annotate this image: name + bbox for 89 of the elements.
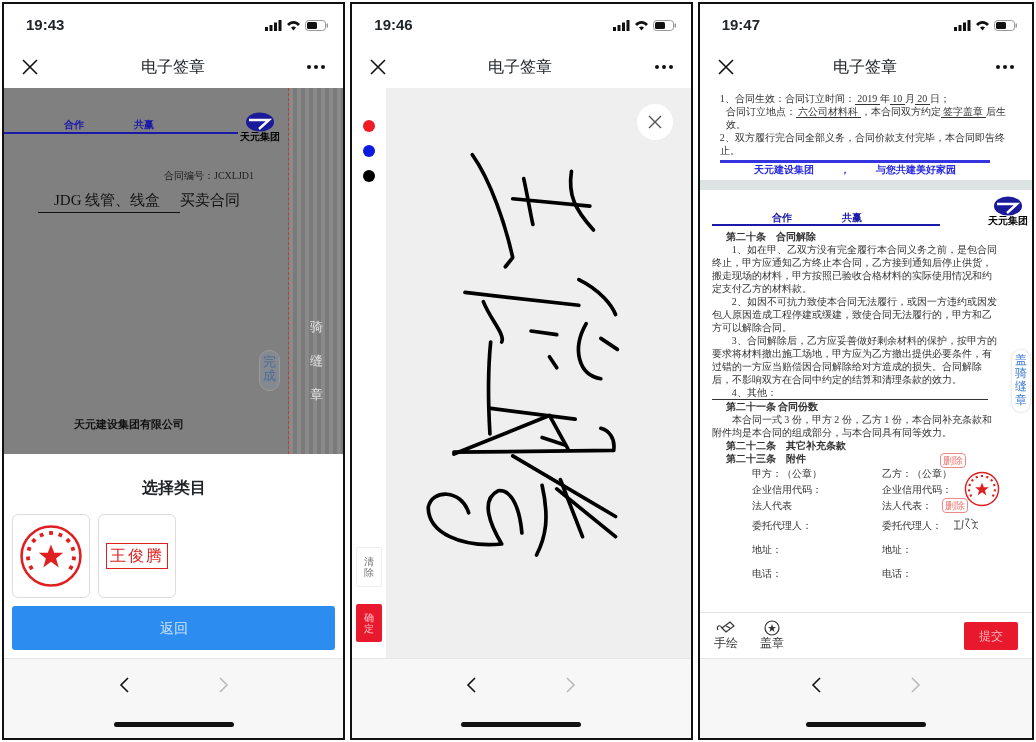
status-time: 19:46 xyxy=(374,14,413,35)
close-icon xyxy=(717,59,734,75)
signature-label: 乙方：（公章） xyxy=(881,466,952,480)
page-title: 电子签章 xyxy=(488,57,553,77)
header-text: 共赢 xyxy=(841,211,862,224)
battery-icon xyxy=(652,19,677,31)
signal-icon xyxy=(954,19,971,31)
chevron-left-icon xyxy=(810,676,822,693)
signature-label: 法人代表： xyxy=(881,498,932,512)
logo-icon xyxy=(245,112,276,132)
delete-label[interactable]: 删除 xyxy=(939,453,966,468)
done-button[interactable]: 完成 xyxy=(259,350,281,391)
seam-stamp-button[interactable]: 盖骑缝章 xyxy=(1012,350,1030,413)
wifi-icon xyxy=(633,19,649,31)
contract-number: 合同编号：JCXLJD1 xyxy=(164,169,255,183)
section-heading: 第二十一条 合同份数 xyxy=(724,400,819,413)
sheet-title: 选择类目 xyxy=(140,478,207,498)
stamp-option[interactable]: 王俊腾 xyxy=(98,514,176,598)
return-button[interactable]: 返回 xyxy=(12,606,336,650)
document-text: 2、如因不可抗力致使本合同无法履行，或因一方违约或因发包人原因造成工程停建或缓建，致使合同无法履行的，甲方和乙方可以解除合同。 xyxy=(711,295,998,334)
tool-button[interactable]: 手绘 xyxy=(713,620,738,651)
signature-label: 委托代理人： xyxy=(751,518,812,532)
confirm-button[interactable]: 确定 xyxy=(356,604,383,642)
logo-text: 天元集团 xyxy=(988,216,1028,226)
name-stamp: 王俊腾 xyxy=(106,543,168,569)
signature-label: 电话： xyxy=(881,566,912,580)
seam-label: 骑缝章 xyxy=(309,318,323,404)
battery-icon xyxy=(305,19,330,31)
signature-label: 法人代表 xyxy=(751,498,792,512)
seal-icon xyxy=(763,620,780,637)
pen-color-dot[interactable] xyxy=(363,170,376,182)
chevron-right-icon xyxy=(909,676,921,693)
clear-button[interactable]: 清除 xyxy=(356,547,383,587)
section-heading: 第二十二条 其它补充条款 xyxy=(724,439,846,452)
signature-label: 企业信用代码： xyxy=(881,482,952,496)
chevron-left-icon xyxy=(466,676,478,693)
status-time: 19:43 xyxy=(26,14,65,35)
footer-slogan: ， xyxy=(839,163,850,176)
wifi-icon xyxy=(286,19,302,31)
document-text: 合同订立地点： 六公司材料科 ，本合同双方约定 签字盖章 后生效。 xyxy=(724,105,1007,131)
signature-label: 地址： xyxy=(751,542,782,556)
page-title: 电子签章 xyxy=(140,57,205,77)
contract-title: 买卖合同 xyxy=(180,191,241,210)
header-text: 共赢 xyxy=(134,118,154,132)
close-icon xyxy=(22,59,38,75)
wifi-icon xyxy=(975,19,990,31)
close-icon xyxy=(370,59,387,75)
signature-label: 企业信用代码： xyxy=(751,482,822,496)
chevron-left-icon xyxy=(118,676,130,693)
header-text: 合作 xyxy=(771,211,792,224)
section-heading: 第二十三条 附件 xyxy=(724,452,806,465)
logo-icon xyxy=(993,196,1023,216)
document-text: 本合同一式 3 份，甲方 2 份，乙方 1 份，本合同补充条款和附件均是本合同的组成部分，与本合同具有同等效力。 xyxy=(711,413,993,439)
signal-icon xyxy=(265,19,283,31)
chevron-right-icon xyxy=(565,676,577,693)
tool-button[interactable]: 盖章 xyxy=(759,620,784,651)
seal-drawing xyxy=(963,471,1000,507)
signature-label: 电话： xyxy=(751,566,782,580)
pen-color-dot[interactable] xyxy=(363,120,376,132)
chevron-right-icon xyxy=(217,676,229,693)
section-heading: 第二十条 合同解除 xyxy=(724,230,816,243)
header-text: 合作 xyxy=(64,118,84,132)
footer-slogan: 与您共建美好家园 xyxy=(875,163,956,176)
logo-text: 天元集团 xyxy=(240,132,281,142)
close-icon xyxy=(646,114,663,130)
seal-drawing xyxy=(19,523,83,589)
document-text: 4、其他： xyxy=(711,386,988,400)
pen-color-dot[interactable] xyxy=(363,145,376,157)
stamp-option[interactable] xyxy=(12,514,90,598)
document-text: 2、双方履行完合同全部义务，合同价款支付完毕，本合同即告终止。 xyxy=(719,131,1006,157)
document-text: 3、合同解除后，乙方应妥善做好剩余材料的保护，按甲方的要求将材料撤出施工场地，甲方应为乙方撤出提供必要条件，有过错的一方应当赔偿因合同解除给对方造成的损失。合同解除后，不影响双方在合同中约定的结算和清理条款的效力。 xyxy=(711,334,998,386)
page-title: 电子签章 xyxy=(832,57,897,77)
more-icon xyxy=(307,65,326,69)
signature-label: 地址： xyxy=(881,542,912,556)
signature-label: 委托代理人： xyxy=(881,518,942,532)
title-blank: JDG 线管、线盒 xyxy=(38,189,181,213)
signal-icon xyxy=(612,19,630,31)
document-text: 1、合同生效：合同订立时间： 2019 年 10 月 20 日； xyxy=(719,92,951,105)
delete-label[interactable]: 删除 xyxy=(941,498,968,513)
more-icon xyxy=(654,65,673,69)
document-text: 1、如在甲、乙双方没有完全履行本合同义务之前，是包合同终止，甲方应通知乙方终止本合同，乙方接到通知后停止供货，搬走现场的材料，甲方按照已验收合格材料的实际使用情况和约定支付乙方的材料款。 xyxy=(711,243,998,295)
company-name: 天元建设集团有限公司 xyxy=(74,416,185,432)
footer-slogan: 天元建设集团 xyxy=(753,163,814,176)
submit-button[interactable]: 提交 xyxy=(964,621,1018,650)
signature-label: 甲方：（公章） xyxy=(751,466,822,480)
more-icon xyxy=(996,65,1014,69)
status-time: 19:47 xyxy=(721,14,761,35)
battery-icon xyxy=(994,19,1018,31)
handwritten-signature-drawing xyxy=(952,517,979,531)
